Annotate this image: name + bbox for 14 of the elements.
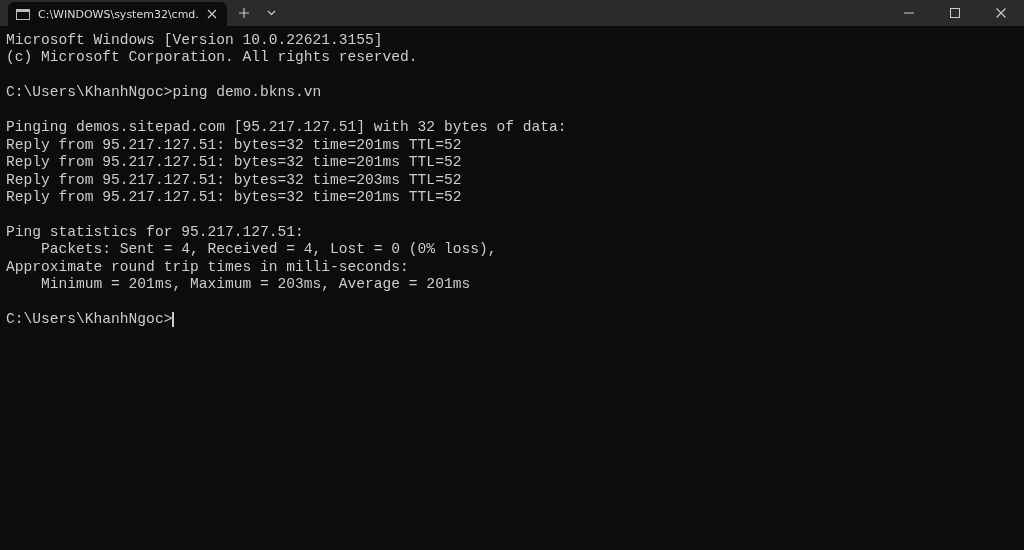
console-line: Ping statistics for 95.217.127.51: bbox=[6, 223, 305, 242]
console-line: Packets: Sent = 4, Received = 4, Lost = 0 (0% loss), bbox=[40, 241, 498, 259]
console-line: (c) Microsoft Corporation. All rights reserved. bbox=[6, 49, 419, 67]
console-line: Reply from 95.217.127.51: bytes=32 time=201ms TTL=52 bbox=[6, 188, 463, 207]
console-line: Microsoft Windows [Version 10.0.22621.3155] bbox=[6, 32, 384, 50]
console-line: Approximate round trip times in milli-seconds: bbox=[6, 258, 410, 277]
console-line: Pinging demos.sitepad.com [95.217.127.51] with 32 bytes of data: bbox=[6, 119, 568, 137]
terminal-tab[interactable]: C:\WINDOWS\system32\cmd. bbox=[8, 2, 227, 26]
console-line: Minimum = 201ms, Maximum = 203ms, Average = 201ms bbox=[40, 276, 472, 294]
command-prompt: C:\Users\KhanhNgoc> bbox=[6, 311, 173, 329]
console-line: Reply from 95.217.127.51: bytes=32 time=203ms TTL=52 bbox=[6, 171, 463, 189]
console-line: C:\Users\KhanhNgoc>ping demo.bkns.vn bbox=[6, 84, 323, 102]
console-line: Reply from 95.217.127.51: bytes=32 time=201ms TTL=52 bbox=[6, 136, 463, 155]
console-line: Reply from 95.217.127.51: bytes=32 time=201ms TTL=52 bbox=[6, 154, 463, 172]
